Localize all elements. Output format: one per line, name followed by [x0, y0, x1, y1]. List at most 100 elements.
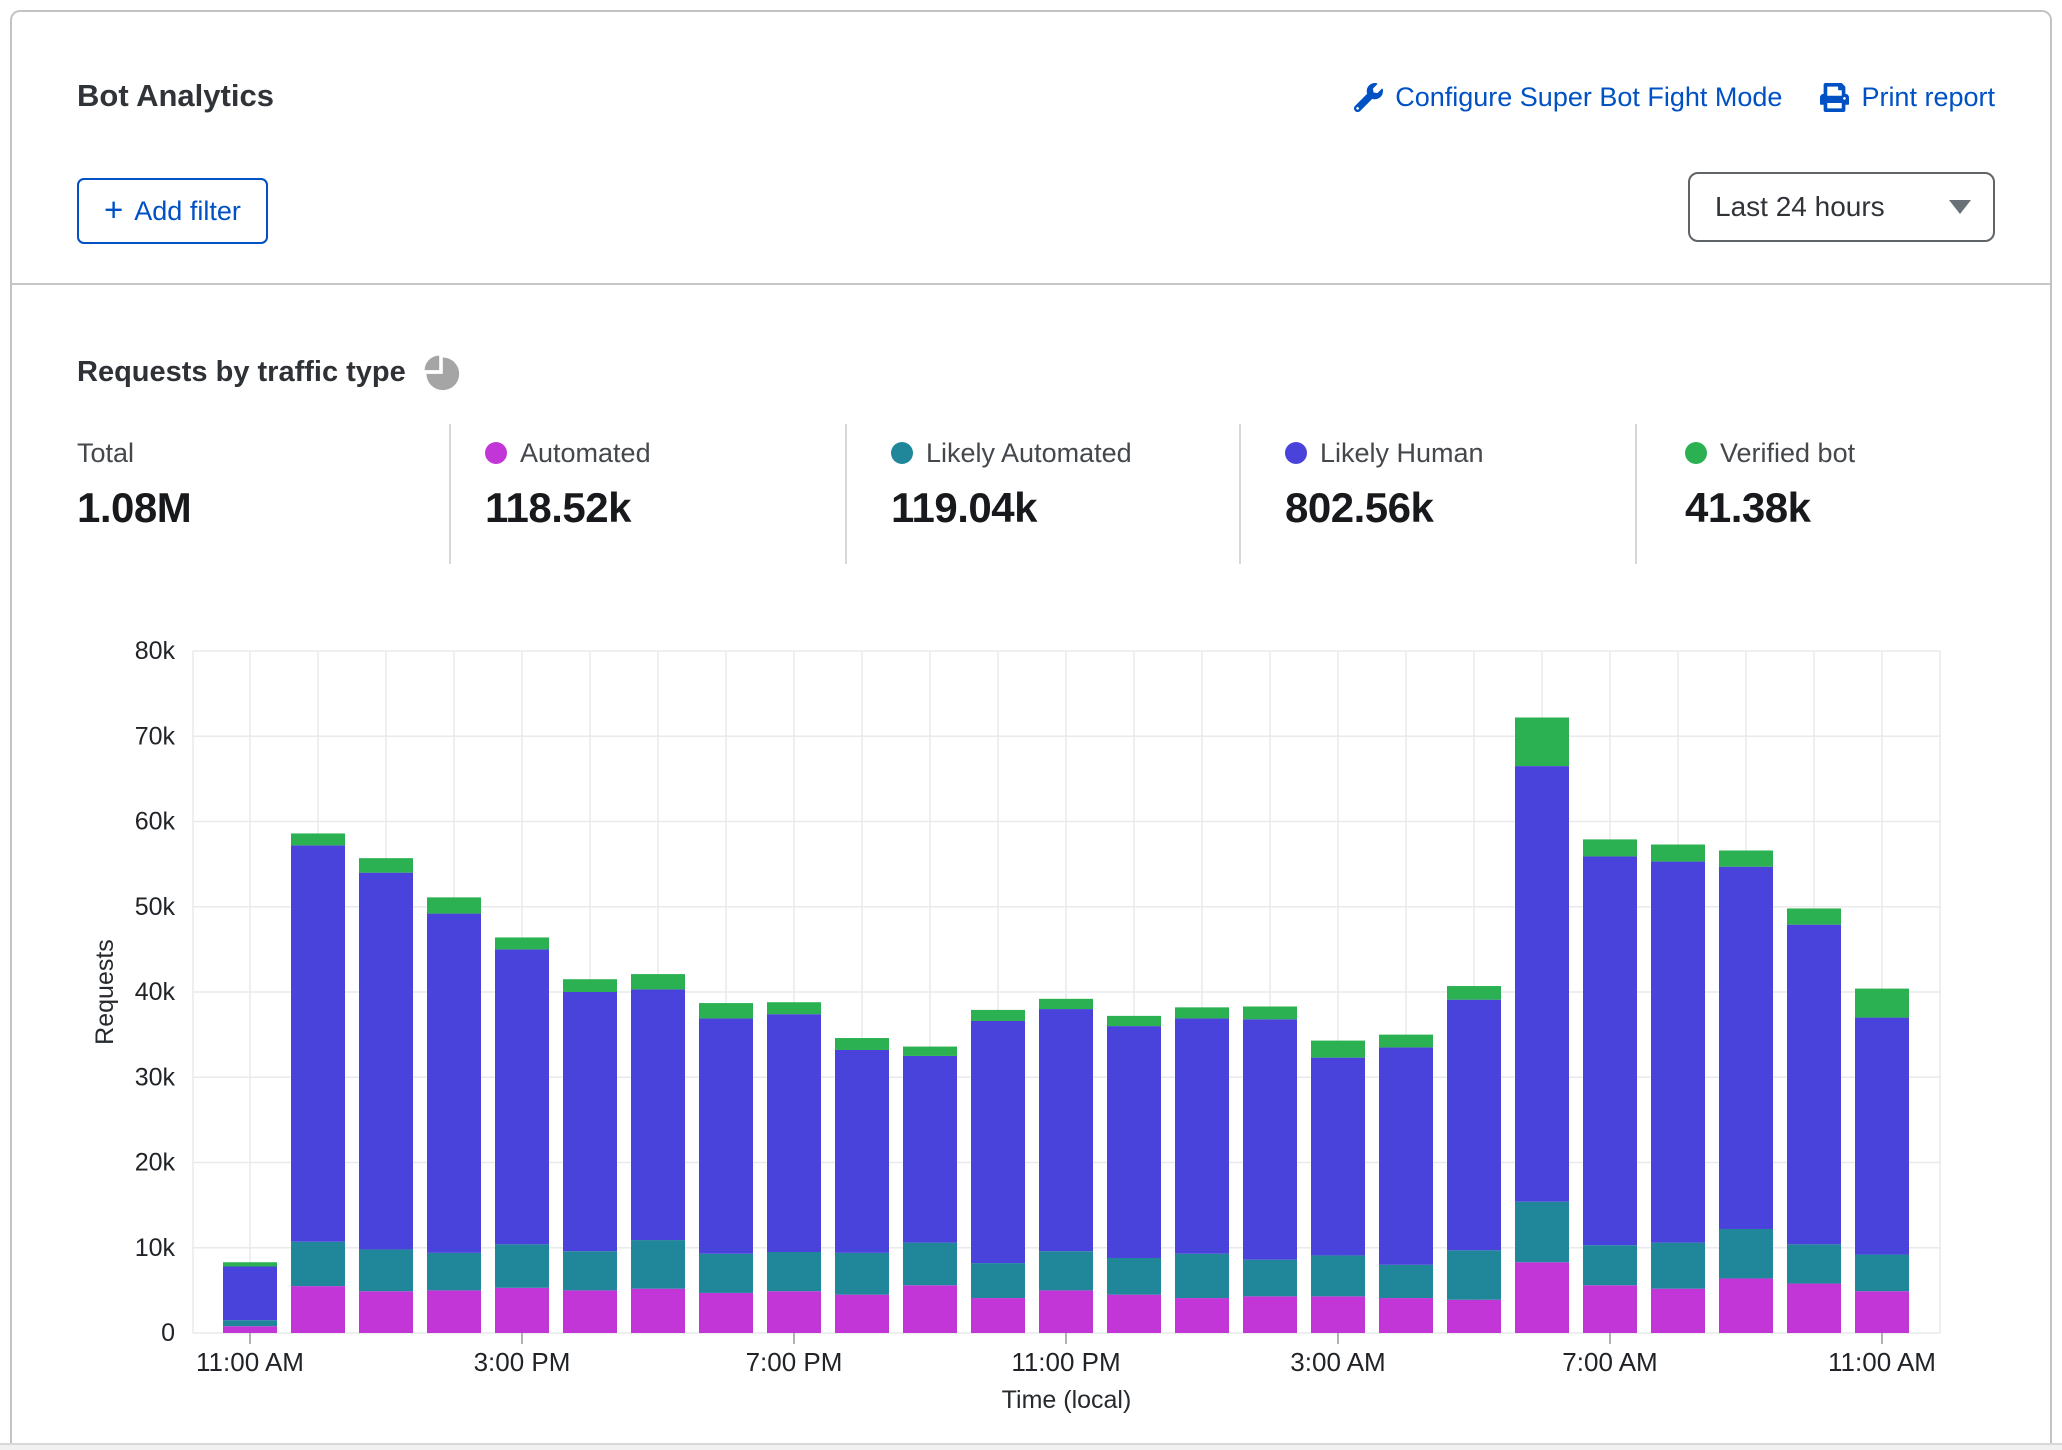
- add-filter-button[interactable]: Add filter: [77, 178, 268, 244]
- bar-segment-likely-automated[interactable]: [1175, 1254, 1229, 1298]
- bar-segment-verified-bot[interactable]: [631, 974, 685, 989]
- bar-segment-likely-automated[interactable]: [903, 1243, 957, 1286]
- bar-segment-likely-automated[interactable]: [835, 1253, 889, 1295]
- bar-segment-automated[interactable]: [495, 1288, 549, 1333]
- bar-segment-verified-bot[interactable]: [1447, 986, 1501, 1000]
- bar-segment-verified-bot[interactable]: [699, 1003, 753, 1018]
- bar-segment-automated[interactable]: [1787, 1284, 1841, 1333]
- bar-segment-automated[interactable]: [1243, 1296, 1297, 1333]
- stat-automated[interactable]: Automated 118.52k: [449, 424, 845, 564]
- bar-segment-likely-human[interactable]: [835, 1050, 889, 1253]
- bar-segment-verified-bot[interactable]: [1787, 908, 1841, 924]
- bar-segment-likely-automated[interactable]: [1039, 1251, 1093, 1290]
- bar-segment-likely-automated[interactable]: [631, 1240, 685, 1289]
- bar-segment-automated[interactable]: [699, 1293, 753, 1333]
- bar-segment-likely-human[interactable]: [495, 949, 549, 1244]
- bar-segment-verified-bot[interactable]: [495, 937, 549, 949]
- print-report-link[interactable]: Print report: [1820, 82, 1995, 113]
- bar-segment-automated[interactable]: [1175, 1298, 1229, 1333]
- bar-segment-verified-bot[interactable]: [971, 1010, 1025, 1021]
- bar-segment-likely-automated[interactable]: [767, 1252, 821, 1291]
- bar-segment-verified-bot[interactable]: [1039, 999, 1093, 1009]
- bar-segment-likely-human[interactable]: [563, 992, 617, 1251]
- bar-segment-likely-human[interactable]: [1787, 925, 1841, 1245]
- configure-super-bot-fight-mode-link[interactable]: Configure Super Bot Fight Mode: [1354, 82, 1782, 113]
- bar-segment-likely-human[interactable]: [1175, 1018, 1229, 1253]
- bar-segment-likely-automated[interactable]: [971, 1263, 1025, 1298]
- bar-segment-verified-bot[interactable]: [359, 858, 413, 872]
- stat-verified-bot[interactable]: Verified bot 41.38k: [1635, 424, 2050, 564]
- bar-segment-likely-automated[interactable]: [1787, 1244, 1841, 1283]
- bar-segment-verified-bot[interactable]: [1651, 845, 1705, 862]
- bar-segment-automated[interactable]: [767, 1291, 821, 1333]
- bar-segment-likely-human[interactable]: [1515, 766, 1569, 1202]
- bar-segment-verified-bot[interactable]: [1243, 1006, 1297, 1019]
- bar-segment-likely-human[interactable]: [631, 989, 685, 1240]
- bar-segment-automated[interactable]: [359, 1291, 413, 1333]
- bar-segment-verified-bot[interactable]: [1855, 989, 1909, 1018]
- bar-segment-automated[interactable]: [1515, 1262, 1569, 1333]
- bar-segment-automated[interactable]: [1379, 1298, 1433, 1333]
- bar-segment-likely-automated[interactable]: [427, 1253, 481, 1291]
- bar-segment-likely-human[interactable]: [1039, 1009, 1093, 1251]
- bar-segment-likely-automated[interactable]: [1719, 1229, 1773, 1278]
- bar-segment-automated[interactable]: [971, 1298, 1025, 1333]
- bar-segment-likely-human[interactable]: [1447, 1000, 1501, 1251]
- bar-segment-likely-human[interactable]: [903, 1056, 957, 1243]
- bar-segment-verified-bot[interactable]: [835, 1038, 889, 1050]
- bar-segment-likely-automated[interactable]: [1515, 1202, 1569, 1263]
- bar-segment-likely-automated[interactable]: [291, 1242, 345, 1286]
- bar-segment-likely-human[interactable]: [1379, 1047, 1433, 1264]
- bar-segment-likely-human[interactable]: [1855, 1018, 1909, 1255]
- bar-segment-likely-human[interactable]: [699, 1018, 753, 1253]
- bar-segment-likely-automated[interactable]: [359, 1249, 413, 1291]
- bar-segment-automated[interactable]: [1107, 1295, 1161, 1333]
- bar-segment-likely-automated[interactable]: [1855, 1255, 1909, 1292]
- bar-segment-likely-automated[interactable]: [563, 1251, 617, 1290]
- bar-segment-automated[interactable]: [1311, 1296, 1365, 1333]
- bar-segment-automated[interactable]: [291, 1286, 345, 1333]
- bar-segment-likely-human[interactable]: [1107, 1026, 1161, 1258]
- bar-segment-verified-bot[interactable]: [903, 1047, 957, 1056]
- bar-segment-automated[interactable]: [223, 1326, 277, 1333]
- bar-segment-automated[interactable]: [1039, 1290, 1093, 1333]
- bar-segment-likely-automated[interactable]: [1447, 1250, 1501, 1299]
- bar-segment-verified-bot[interactable]: [1175, 1007, 1229, 1018]
- bar-segment-likely-automated[interactable]: [223, 1320, 277, 1326]
- bar-segment-likely-automated[interactable]: [1243, 1260, 1297, 1297]
- bar-segment-likely-human[interactable]: [1719, 867, 1773, 1229]
- bar-segment-likely-human[interactable]: [359, 873, 413, 1250]
- bar-segment-automated[interactable]: [563, 1290, 617, 1333]
- bar-segment-automated[interactable]: [631, 1289, 685, 1333]
- bar-segment-likely-automated[interactable]: [1379, 1265, 1433, 1298]
- bar-segment-likely-human[interactable]: [1651, 862, 1705, 1243]
- bar-segment-likely-automated[interactable]: [1107, 1258, 1161, 1295]
- bar-segment-likely-human[interactable]: [223, 1267, 277, 1321]
- bar-segment-automated[interactable]: [1855, 1291, 1909, 1333]
- bar-segment-automated[interactable]: [1447, 1300, 1501, 1333]
- bar-segment-likely-human[interactable]: [971, 1021, 1025, 1263]
- bar-segment-verified-bot[interactable]: [1719, 850, 1773, 866]
- bar-segment-likely-human[interactable]: [291, 845, 345, 1241]
- bar-segment-verified-bot[interactable]: [291, 833, 345, 845]
- bar-segment-likely-human[interactable]: [767, 1014, 821, 1252]
- bar-segment-verified-bot[interactable]: [1583, 839, 1637, 856]
- bar-segment-likely-automated[interactable]: [699, 1254, 753, 1293]
- bar-segment-automated[interactable]: [427, 1290, 481, 1333]
- bar-segment-verified-bot[interactable]: [223, 1262, 277, 1266]
- time-range-select[interactable]: Last 24 hours: [1688, 172, 1995, 242]
- bar-segment-verified-bot[interactable]: [1107, 1016, 1161, 1026]
- bar-segment-verified-bot[interactable]: [767, 1002, 821, 1014]
- bar-segment-likely-automated[interactable]: [1583, 1245, 1637, 1285]
- bar-segment-likely-automated[interactable]: [1311, 1255, 1365, 1296]
- bar-segment-likely-human[interactable]: [1243, 1019, 1297, 1259]
- bar-segment-likely-automated[interactable]: [495, 1244, 549, 1287]
- bar-segment-verified-bot[interactable]: [1311, 1041, 1365, 1058]
- bar-segment-verified-bot[interactable]: [1515, 717, 1569, 766]
- bar-segment-automated[interactable]: [1583, 1285, 1637, 1333]
- bar-segment-likely-human[interactable]: [1583, 856, 1637, 1245]
- bar-segment-verified-bot[interactable]: [563, 979, 617, 992]
- bar-segment-automated[interactable]: [1719, 1278, 1773, 1333]
- bar-segment-likely-human[interactable]: [427, 914, 481, 1253]
- bar-segment-verified-bot[interactable]: [1379, 1035, 1433, 1048]
